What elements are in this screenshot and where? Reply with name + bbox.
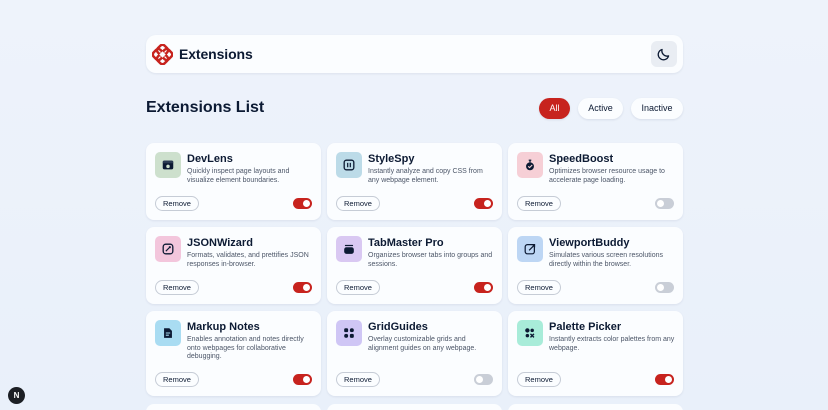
stylespy-icon [336,152,362,178]
page-title: Extensions List [146,99,265,116]
extension-name: SpeedBoost [549,153,614,165]
palettepicker-icon [517,320,543,346]
moon-icon [657,48,670,61]
extensions-logo-icon [152,43,173,65]
extension-description: Enables annotation and notes directly on… [187,336,304,360]
toggle-knob [657,284,664,291]
extension-name: Palette Picker [549,321,622,333]
extension-name: StyleSpy [368,153,415,165]
toggle-knob [303,284,310,291]
extension-card-partial [327,404,502,410]
extension-description: Optimizes browser resource usage to acce… [549,168,665,184]
filter-inactive-button[interactable]: Inactive [631,97,683,119]
remove-button[interactable]: Remove [336,196,380,211]
toggle-knob [665,376,672,383]
extension-card: DevLens Quickly inspect page layouts and … [146,143,321,220]
markupnotes-icon [155,320,181,346]
extension-description: Organizes browser tabs into groups and s… [368,252,493,268]
extension-toggle[interactable] [655,198,674,209]
extension-card-partial [508,404,683,410]
filter-active-button[interactable]: Active [578,97,623,119]
remove-button[interactable]: Remove [155,280,199,295]
extension-description: Overlay customizable grids and alignment… [368,336,477,352]
extension-card: StyleSpy Instantly analyze and copy CSS f… [327,143,502,220]
remove-button[interactable]: Remove [517,372,561,387]
extension-toggle[interactable] [293,282,312,293]
tabmaster-icon [336,236,362,262]
app-header: Extensions [146,35,683,73]
remove-button[interactable]: Remove [336,280,380,295]
extension-description: Instantly extracts color palettes from a… [549,336,675,352]
extension-card-partial [146,404,321,410]
extension-toggle[interactable] [655,374,674,385]
toggle-knob [476,376,483,383]
next-row-partial [146,404,683,410]
filter-all-button[interactable]: All [539,97,570,119]
extension-description: Quickly inspect page layouts and visuali… [187,168,290,184]
filter-group: All Active Inactive [539,97,683,119]
remove-button[interactable]: Remove [155,196,199,211]
extension-toggle[interactable] [655,282,674,293]
toggle-knob [484,284,491,291]
app-name: Extensions [179,46,253,62]
extension-toggle[interactable] [474,198,493,209]
toggle-knob [303,376,310,383]
dev-tools-badge[interactable]: N [8,387,25,404]
extension-card: Palette Picker Instantly extracts color p… [508,311,683,396]
extension-name: JSONWizard [187,237,253,249]
extension-card: GridGuides Overlay customizable grids and… [327,311,502,396]
extension-toggle[interactable] [293,374,312,385]
extension-name: Markup Notes [187,321,260,333]
extension-description: Simulates various screen resolutions dir… [549,252,663,268]
viewportbuddy-icon [517,236,543,262]
jsonwizard-icon [155,236,181,262]
extension-name: DevLens [187,153,233,165]
remove-button[interactable]: Remove [517,280,561,295]
extension-toggle[interactable] [293,198,312,209]
extension-description: Formats, validates, and prettifies JSON … [187,252,309,268]
remove-button[interactable]: Remove [517,196,561,211]
extension-description: Instantly analyze and copy CSS from any … [368,168,483,184]
extension-name: ViewportBuddy [549,237,630,249]
list-header: Extensions List All Active Inactive [146,96,683,120]
extensions-grid: DevLens Quickly inspect page layouts and … [146,143,683,396]
devlens-icon [155,152,181,178]
toggle-knob [657,200,664,207]
extension-card: JSONWizard Formats, validates, and pretti… [146,227,321,304]
remove-button[interactable]: Remove [336,372,380,387]
extension-card: ViewportBuddy Simulates various screen re… [508,227,683,304]
remove-button[interactable]: Remove [155,372,199,387]
speedboost-icon [517,152,543,178]
extension-name: GridGuides [368,321,428,333]
extension-toggle[interactable] [474,374,493,385]
gridguides-icon [336,320,362,346]
extension-name: TabMaster Pro [368,237,444,249]
toggle-knob [303,200,310,207]
brand: Extensions [152,43,253,65]
extension-toggle[interactable] [474,282,493,293]
extension-card: TabMaster Pro Organizes browser tabs into… [327,227,502,304]
toggle-knob [484,200,491,207]
theme-toggle-button[interactable] [651,41,677,67]
extension-card: SpeedBoost Optimizes browser resource usa… [508,143,683,220]
extension-card: Markup Notes Enables annotation and notes… [146,311,321,396]
